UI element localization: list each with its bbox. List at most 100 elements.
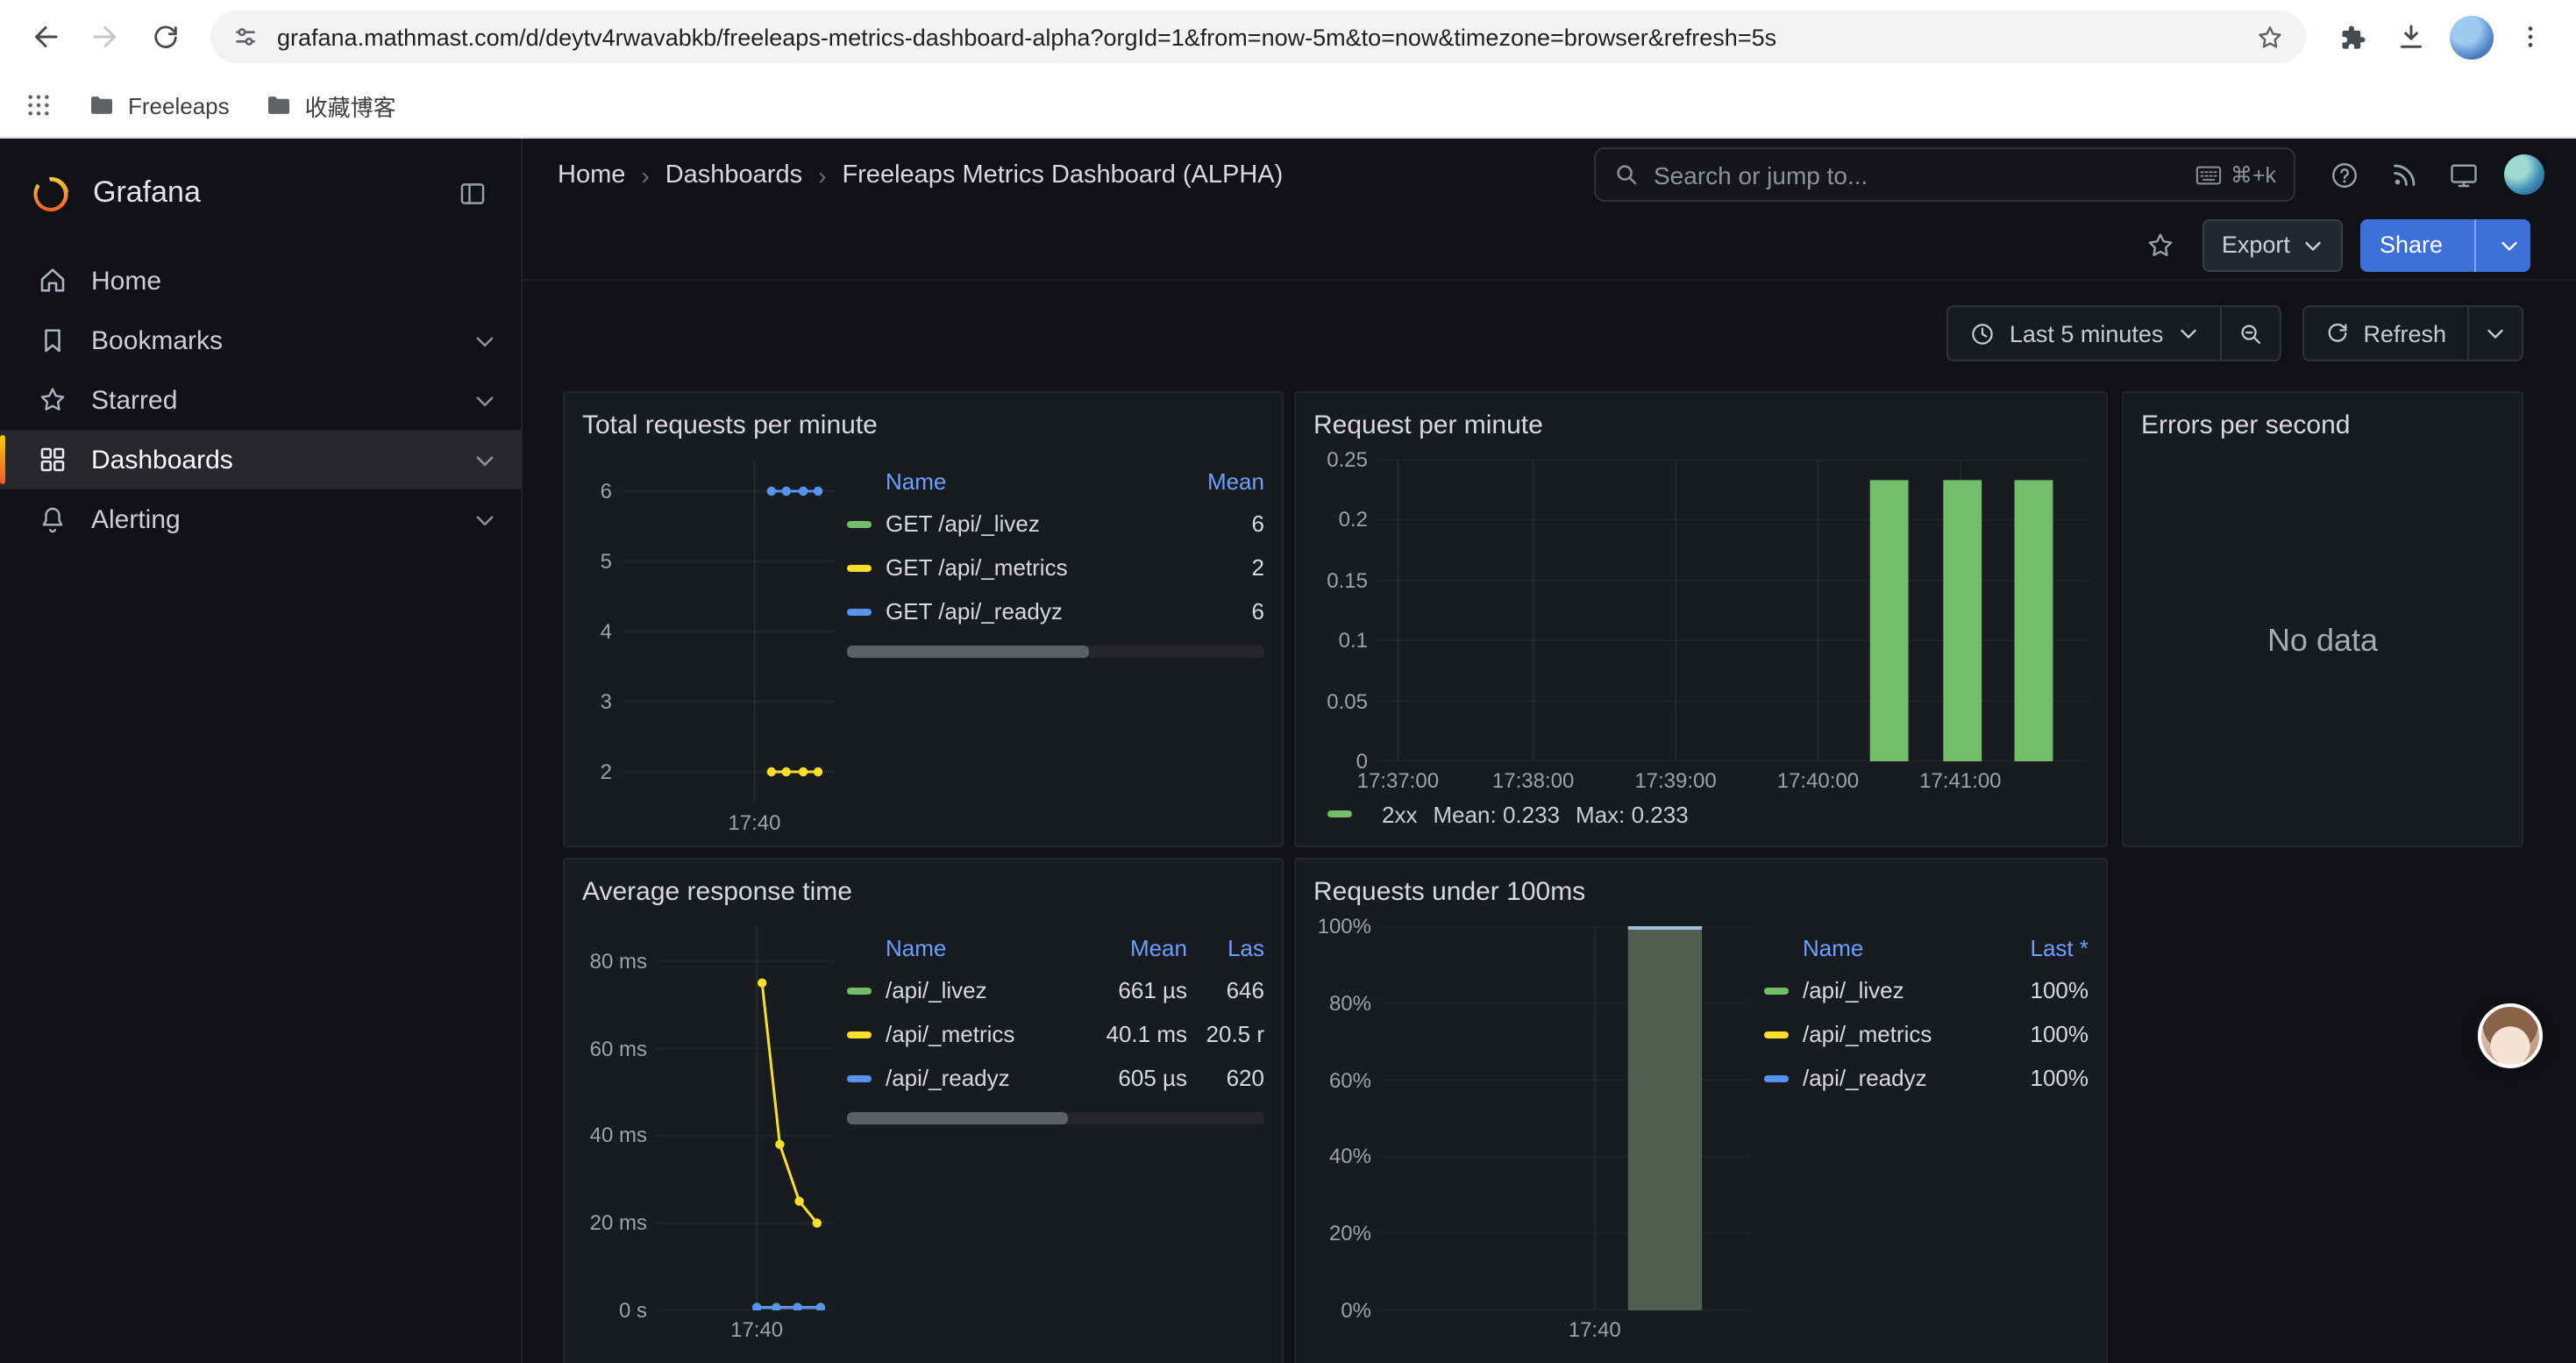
legend-row[interactable]: /api/_livez 100% [1764, 968, 2089, 1012]
legend-row[interactable]: GET /api/_livez 6 [847, 502, 1264, 546]
browser-menu-button[interactable] [2502, 9, 2558, 65]
back-button[interactable] [18, 9, 74, 65]
sidebar-item-starred[interactable]: Starred [0, 370, 521, 430]
x-tick-label: 17:40 [728, 810, 780, 835]
breadcrumb-dashboards[interactable]: Dashboards [665, 161, 802, 189]
legend-row[interactable]: /api/_livez 661 µs 646 [847, 968, 1264, 1012]
news-rss-button[interactable] [2380, 150, 2429, 199]
help-button[interactable] [2320, 150, 2369, 199]
browser-window: Freeleaps 收藏博客 Grafana Home Bookmar [0, 0, 2576, 1363]
time-series-chart[interactable]: 65432 17:40 [582, 460, 833, 835]
y-tick-label: 80 ms [590, 949, 647, 974]
url-bar[interactable] [210, 11, 2306, 63]
breadcrumb-home[interactable]: Home [558, 161, 625, 189]
legend-row[interactable]: GET /api/_metrics 2 [847, 546, 1264, 589]
series-name[interactable]: 2xx [1382, 801, 1417, 827]
series-name[interactable]: GET /api/_readyz [886, 598, 1198, 624]
series-name[interactable]: /api/_livez [1803, 977, 2001, 1003]
legend-col-mean[interactable]: Mean [1078, 934, 1187, 960]
series-name[interactable]: /api/_readyz [1803, 1065, 2001, 1091]
legend-col-name[interactable]: Name [847, 934, 1078, 960]
collapse-sidebar-button[interactable] [447, 168, 496, 218]
legend-scrollbar[interactable] [847, 646, 1264, 658]
series-name[interactable]: GET /api/_livez [886, 510, 1198, 537]
share-menu-caret[interactable] [2488, 234, 2530, 255]
panel-title[interactable]: Average response time [582, 870, 1264, 912]
extensions-button[interactable] [2323, 9, 2380, 65]
panel-title[interactable]: Errors per second [2141, 403, 2504, 446]
chevron-down-icon[interactable] [473, 508, 496, 531]
export-button[interactable]: Export [2202, 218, 2343, 271]
plot-area[interactable] [656, 926, 833, 1310]
legend-scrollbar[interactable] [847, 1112, 1264, 1124]
chevron-down-icon[interactable] [473, 329, 496, 352]
plot-area[interactable] [1380, 926, 1750, 1310]
user-avatar-button[interactable] [2499, 150, 2548, 199]
share-button[interactable]: Share [2360, 218, 2530, 271]
chart-canvas[interactable] [1377, 460, 2089, 761]
panel-title[interactable]: Total requests per minute [582, 403, 1264, 446]
chevron-down-icon[interactable] [473, 389, 496, 411]
search-input[interactable] [1654, 161, 2181, 189]
profile-button[interactable] [2443, 9, 2499, 65]
site-settings-icon[interactable] [231, 23, 260, 51]
legend-col-last[interactable]: Las [1187, 934, 1264, 960]
bar-chart[interactable]: 100%80%60%40%20%0% 17:40 [1313, 926, 1750, 1363]
series-name[interactable]: /api/_readyz [886, 1065, 1078, 1091]
legend-row[interactable]: /api/_metrics 40.1 ms 20.5 r [847, 1012, 1264, 1056]
refresh-interval-dropdown[interactable] [2469, 305, 2523, 361]
forward-button[interactable] [77, 9, 133, 65]
legend-row[interactable]: GET /api/_readyz 6 [847, 589, 1264, 633]
scrollbar-thumb[interactable] [847, 646, 1089, 658]
legend-col-name[interactable]: Name [847, 467, 1198, 494]
legend-col-name[interactable]: Name [1764, 934, 2001, 960]
legend-col-mean[interactable]: Mean [1198, 467, 1264, 494]
time-range-picker[interactable]: Last 5 minutes [1946, 305, 2222, 361]
sidebar-item-bookmarks[interactable]: Bookmarks [0, 310, 521, 370]
chart-canvas[interactable] [621, 460, 833, 803]
grafana-logo[interactable] [30, 171, 74, 215]
sidebar: Grafana Home Bookmarks Starred [0, 139, 523, 1363]
zoom-out-time-button[interactable] [2221, 305, 2281, 361]
sidebar-item-dashboards[interactable]: Dashboards [0, 430, 521, 489]
chart-canvas[interactable] [656, 926, 833, 1310]
display-tv-button[interactable] [2439, 150, 2488, 199]
chevron-down-icon [2302, 234, 2323, 255]
reload-button[interactable] [137, 9, 193, 65]
assistant-avatar-overlay[interactable] [2478, 1003, 2543, 1068]
legend-col-last[interactable]: Last * [2001, 934, 2089, 960]
search-bar[interactable]: ⌘+k [1594, 147, 2295, 202]
apps-grid-icon[interactable] [25, 91, 53, 119]
series-swatch [847, 1031, 872, 1038]
favorite-dashboard-star-icon[interactable] [2136, 220, 2185, 269]
bar-chart[interactable]: 0.250.20.150.10.050 17:37:0017:38:0017:3… [1313, 460, 2089, 793]
panel-title[interactable]: Requests under 100ms [1313, 870, 2089, 912]
series-name[interactable]: /api/_metrics [1803, 1021, 2001, 1047]
panel-title[interactable]: Request per minute [1313, 403, 2089, 446]
refresh-button[interactable]: Refresh [2302, 305, 2469, 361]
main-area: Home › Dashboards › Freeleaps Metrics Da… [523, 139, 2576, 1363]
legend-row[interactable]: /api/_readyz 605 µs 620 [847, 1056, 1264, 1100]
plot-area[interactable] [1377, 460, 2089, 761]
chevron-down-icon[interactable] [473, 448, 496, 471]
bookmark-folder-blogs[interactable]: 收藏博客 [265, 89, 396, 122]
series-name[interactable]: /api/_metrics [886, 1021, 1078, 1047]
chart-canvas[interactable] [1380, 926, 1750, 1310]
legend-stats[interactable]: 2xx Mean: 0.233 Max: 0.233 [1313, 793, 2089, 835]
series-name[interactable]: /api/_livez [886, 977, 1078, 1003]
bookmark-folder-freeleaps[interactable]: Freeleaps [88, 91, 230, 119]
legend-row[interactable]: /api/_readyz 100% [1764, 1056, 2089, 1100]
series-mean-value: 605 µs [1078, 1065, 1187, 1091]
series-name[interactable]: GET /api/_metrics [886, 554, 1198, 581]
scrollbar-thumb[interactable] [847, 1112, 1068, 1124]
time-series-chart[interactable]: 80 ms60 ms40 ms20 ms0 s 17:40 [582, 926, 833, 1363]
plot-area[interactable] [621, 460, 833, 803]
sidebar-item-alerting[interactable]: Alerting [0, 489, 521, 549]
url-input[interactable] [277, 24, 2238, 50]
sidebar-item-home[interactable]: Home [0, 251, 521, 310]
downloads-button[interactable] [2383, 9, 2439, 65]
series-mean-value: 6 [1198, 598, 1264, 624]
bookmark-star-icon[interactable] [2255, 22, 2285, 52]
legend-row[interactable]: /api/_metrics 100% [1764, 1012, 2089, 1056]
breadcrumb-current: Freeleaps Metrics Dashboard (ALPHA) [842, 161, 1283, 189]
